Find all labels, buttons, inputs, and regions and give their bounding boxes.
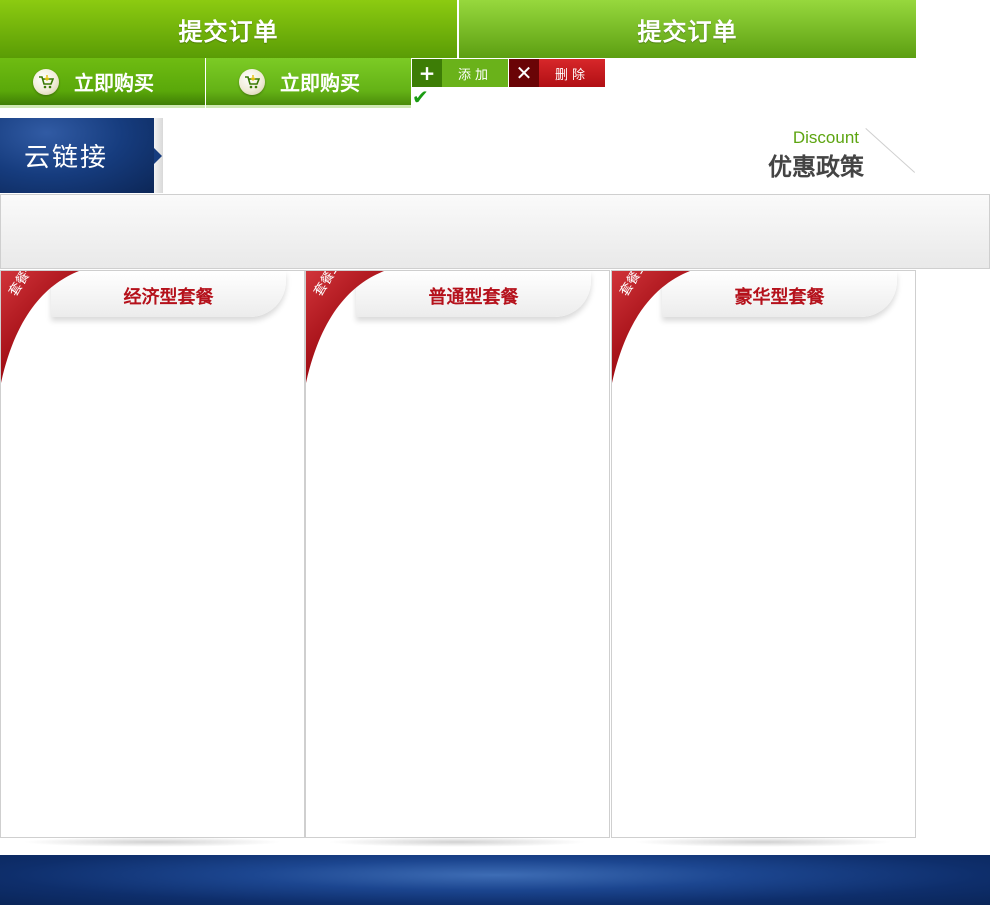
card-shadow xyxy=(22,837,282,847)
package-card-standard: 普通型套餐 套餐二 xyxy=(305,270,610,838)
card-shadow xyxy=(327,837,587,847)
buy-now-label: 立即购买 xyxy=(280,71,360,95)
package-name: 普通型套餐 xyxy=(428,287,519,308)
cart-icon xyxy=(33,68,59,95)
decorative-divider xyxy=(865,128,916,173)
buy-now-label: 立即购买 xyxy=(74,71,154,95)
footer-banner xyxy=(0,855,990,905)
check-icon: ✔ xyxy=(412,85,429,109)
delete-label: 删除 xyxy=(554,67,589,83)
package-name: 豪华型套餐 xyxy=(734,287,825,308)
buy-now-button-2[interactable]: 立即购买 xyxy=(206,58,411,108)
package-name: 经济型套餐 xyxy=(123,287,214,308)
arrow-right-icon xyxy=(154,148,162,164)
cloud-link-title: 云链接 xyxy=(0,118,155,193)
delete-button[interactable]: ✕ 删除 xyxy=(509,59,605,87)
submit-order-button-2[interactable]: 提交订单 xyxy=(459,0,916,58)
package-ribbon: 套餐二 xyxy=(306,271,384,383)
plus-icon: + xyxy=(412,59,442,87)
discount-heading-en: Discount xyxy=(792,128,859,147)
cart-icon xyxy=(239,68,265,95)
add-label: 添加 xyxy=(457,67,492,83)
discount-heading-cn: 优惠政策 xyxy=(768,153,864,181)
package-ribbon: 套餐一 xyxy=(1,271,79,383)
buy-now-button-1[interactable]: 立即购买 xyxy=(0,58,205,108)
package-ribbon: 套餐三 xyxy=(612,271,690,383)
close-icon: ✕ xyxy=(509,59,539,87)
package-card-deluxe: 豪华型套餐 套餐三 xyxy=(611,270,916,838)
gray-banner xyxy=(0,194,990,269)
card-shadow xyxy=(633,837,893,847)
submit-order-button-1[interactable]: 提交订单 xyxy=(0,0,457,58)
package-card-economy: 经济型套餐 套餐一 xyxy=(0,270,305,838)
add-button[interactable]: + 添加 xyxy=(412,59,508,87)
